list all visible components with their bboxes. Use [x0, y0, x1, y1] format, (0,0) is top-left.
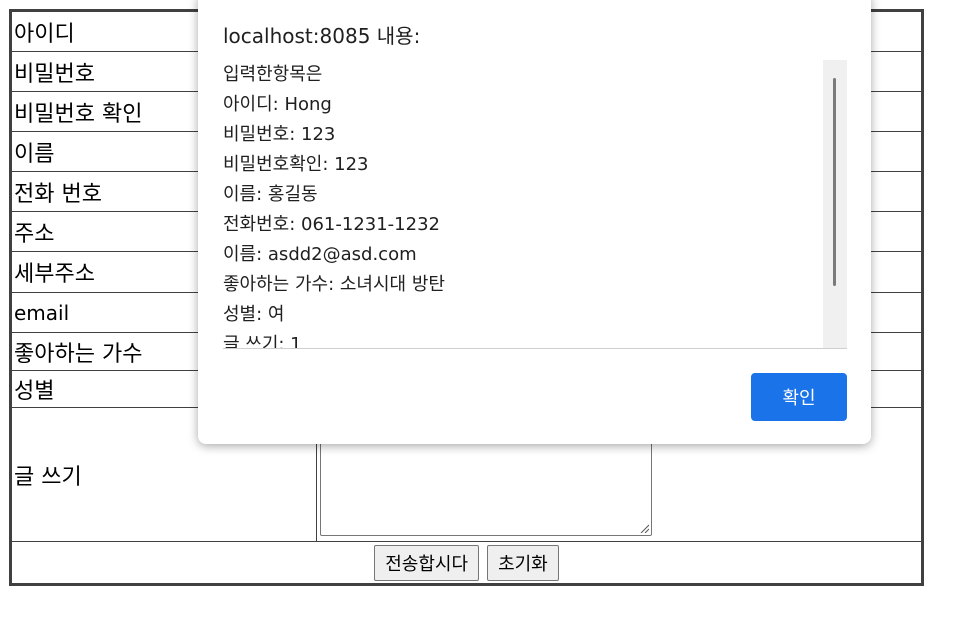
form-button-row: 전송합시다 초기화 [12, 542, 921, 583]
message-line: 전화번호: 061-1231-1232 [223, 214, 440, 235]
message-line: 글 쓰기: 1 [223, 334, 302, 349]
scrollbar-thumb[interactable] [833, 78, 836, 286]
message-line: 비밀번호: 123 [223, 124, 336, 145]
message-line: 입력한항목은 [223, 64, 323, 85]
submit-button[interactable]: 전송합시다 [374, 544, 480, 581]
message-line: 이름: asdd2@asd.com [223, 244, 417, 265]
alert-dialog: localhost:8085 내용: 입력한항목은 아이디: Hong 비밀번호… [198, 0, 871, 444]
write-textarea[interactable] [320, 440, 652, 536]
dialog-title: localhost:8085 내용: [223, 24, 421, 48]
dialog-message: 입력한항목은 아이디: Hong 비밀번호: 123 비밀번호확인: 123 이… [223, 60, 847, 349]
message-line: 이름: 홍길동 [223, 184, 318, 205]
message-scrollbar[interactable] [823, 60, 847, 348]
message-line: 아이디: Hong [223, 94, 332, 115]
resize-grip-icon[interactable] [639, 523, 649, 533]
ok-button[interactable]: 확인 [751, 373, 847, 421]
message-line: 성별: 여 [223, 304, 285, 325]
message-line: 비밀번호확인: 123 [223, 154, 369, 175]
reset-button[interactable]: 초기화 [487, 544, 559, 581]
message-line: 좋아하는 가수: 소녀시대 방탄 [223, 274, 445, 295]
